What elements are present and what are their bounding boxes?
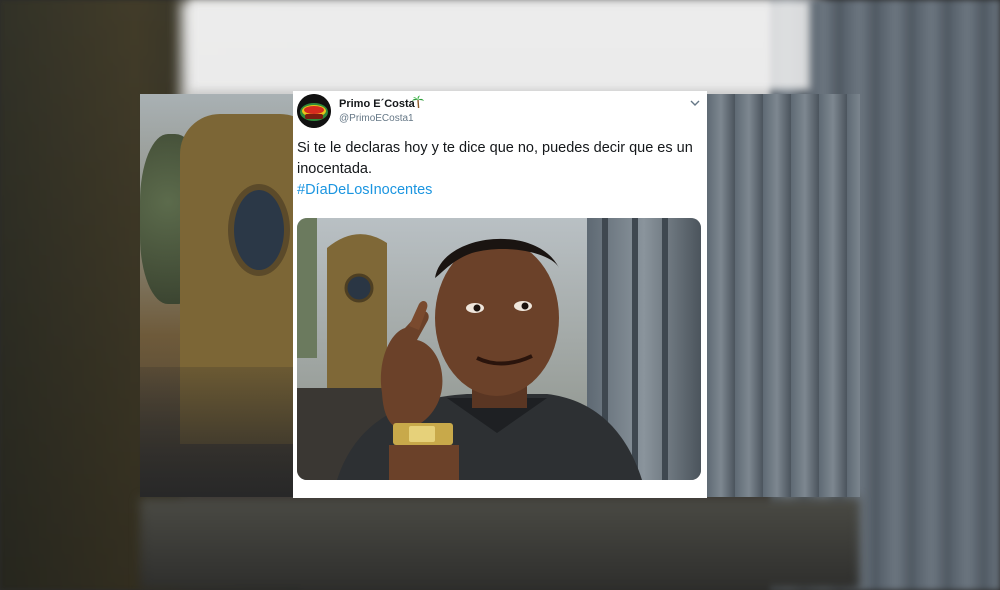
avatar[interactable]: [297, 94, 331, 128]
display-name[interactable]: Primo E´Costa: [339, 98, 415, 110]
tweet-text: Si te le declaras hoy y te dice que no, …: [297, 140, 693, 177]
round-window-shape: [228, 184, 290, 276]
avatar-image: [297, 94, 331, 128]
tweet-media-image[interactable]: [297, 218, 701, 480]
tweet-header: Primo E´Costa @PrimoECosta1: [293, 91, 707, 135]
scene-left-photo: [140, 94, 293, 497]
background-bottom-blur: [140, 498, 860, 590]
handle[interactable]: @PrimoECosta1: [339, 113, 414, 124]
chevron-down-icon[interactable]: [689, 97, 701, 109]
scene-right-photo: [707, 94, 860, 497]
meme-photo: [297, 218, 701, 480]
crowd-shadow: [140, 367, 293, 497]
hashtag-link[interactable]: #DíaDeLosInocentes: [297, 180, 432, 201]
background-top-blur: [190, 0, 810, 90]
tweet-card: Primo E´Costa @PrimoECosta1 Si te le dec…: [293, 91, 707, 498]
palm-tree-icon: [412, 95, 424, 109]
